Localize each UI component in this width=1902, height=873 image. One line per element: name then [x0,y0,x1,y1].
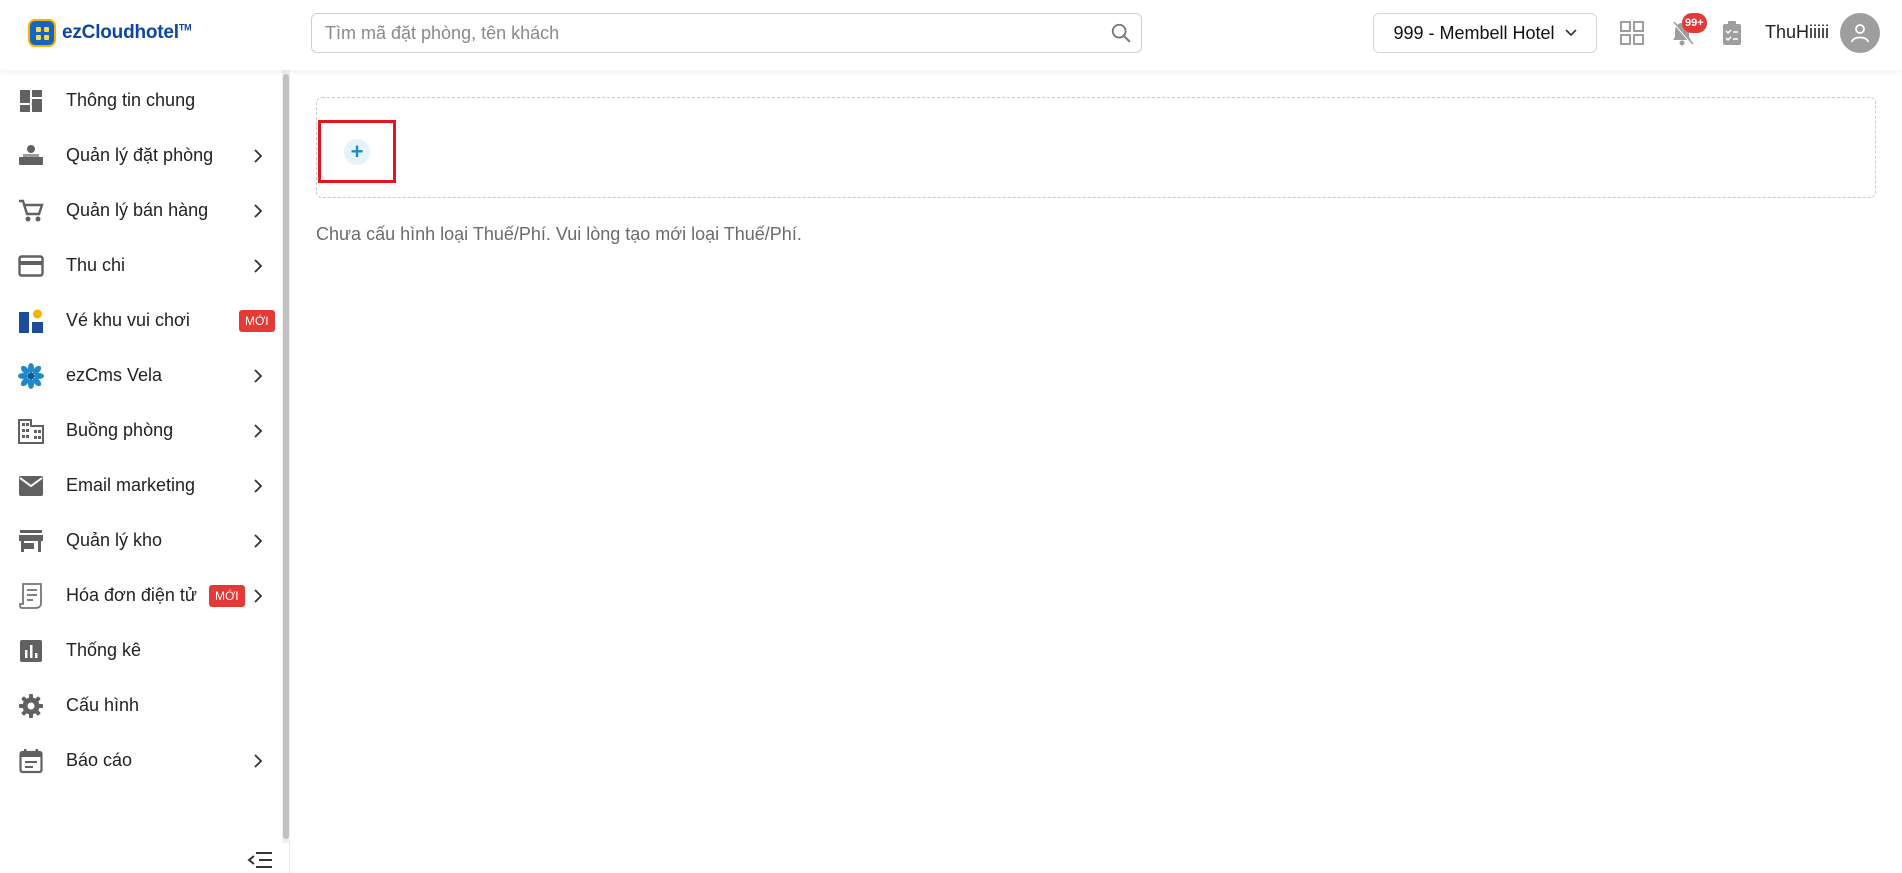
search-icon[interactable] [1101,13,1141,53]
chevron-right-icon [254,588,263,603]
app-logo[interactable]: ezCloudhotelTM [28,19,192,47]
sidebar-item-label: ezCms Vela [66,365,163,385]
gear-icon [18,693,44,719]
sidebar-item-label: Buồng phòng [66,420,174,440]
search-input[interactable] [312,14,1101,52]
sidebar-item-label: Thu chi [66,255,126,275]
search-bar [311,13,1142,53]
sidebar-item-label: Báo cáo [66,750,133,770]
sidebar-item-thong-tin-chung[interactable]: Thông tin chung [0,73,280,128]
sidebar-item-bao-cao[interactable]: Báo cáo [0,733,280,788]
sidebar-item-buong-phong[interactable]: Buồng phòng [0,403,280,458]
sidebar-item-hoa-don-dien-tu[interactable]: Hóa đơn điện tử MỚI [0,568,280,623]
sidebar-item-label: Quản lý kho [66,530,163,550]
sidebar-item-label: Hóa đơn điện tử [66,585,197,605]
sidebar-item-label: Vé khu vui chơi [66,310,190,330]
sidebar-item-cau-hinh[interactable]: Cấu hình [0,678,280,733]
sidebar-item-label: Quản lý đặt phòng [66,145,214,165]
hotel-selector[interactable]: 999 - Membell Hotel [1373,13,1597,53]
cart-icon [18,198,44,224]
user-icon [1851,24,1869,43]
dashboard-icon [18,88,44,114]
avatar[interactable] [1840,13,1880,53]
tax-fee-dropzone [316,97,1876,198]
chevron-right-icon [254,423,263,438]
amusement-icon [18,308,44,334]
chevron-right-icon [254,258,263,273]
sidebar-item-label: Email marketing [66,475,196,495]
store-icon [18,528,44,554]
building-icon [18,418,44,444]
collapse-sidebar-icon[interactable] [247,851,273,869]
chevron-right-icon [254,478,263,493]
sidebar-item-thong-ke[interactable]: Thống kê [0,623,280,678]
hotel-selector-label: 999 - Membell Hotel [1393,22,1555,43]
clipboard-check-icon[interactable] [1717,18,1747,48]
flower-icon [18,362,44,389]
empty-state-message: Chưa cấu hình loại Thuế/Phí. Vui lòng tạ… [316,224,802,244]
reception-icon [18,143,44,169]
chevron-right-icon [254,533,263,548]
chevron-right-icon [254,753,263,768]
add-tax-fee-button[interactable]: + [318,120,396,183]
sidebar-item-label: Quản lý bán hàng [66,200,209,220]
top-header: ezCloudhotelTM 999 - Membell Hotel 99+ T… [0,0,1902,70]
sidebar-item-ve-khu-vui-choi[interactable]: Vé khu vui chơi MỚI [0,293,280,348]
plus-icon: + [344,138,370,165]
new-badge: MỚI [209,584,245,607]
new-badge: MỚI [239,309,275,332]
sidebar-item-email-marketing[interactable]: Email marketing [0,458,280,513]
chevron-down-icon [1564,29,1577,37]
sidebar-item-quan-ly-kho[interactable]: Quản lý kho [0,513,280,568]
sidebar-item-quan-ly-ban-hang[interactable]: Quản lý bán hàng [0,183,280,238]
apps-grid-icon[interactable] [1617,18,1647,48]
sidebar-item-label: Thông tin chung [66,90,196,110]
receipt-icon [18,582,44,609]
bar-chart-icon [18,638,44,664]
chevron-right-icon [254,148,263,163]
chevron-right-icon [254,368,263,383]
sidebar-item-ezcms-vela[interactable]: ezCms Vela [0,348,280,403]
chevron-right-icon [254,203,263,218]
username-label[interactable]: ThuHiiiii [1765,22,1829,43]
sidebar-item-label: Cấu hình [66,695,140,715]
credit-card-icon [18,253,44,279]
calendar-report-icon [18,748,44,774]
logo-mark-icon [28,19,56,47]
notification-badge: 99+ [1682,13,1707,33]
mail-icon [18,473,44,499]
logo-text: ezCloudhotel [62,22,179,43]
sidebar-item-label: Thống kê [66,640,142,660]
sidebar-scrollbar-thumb[interactable] [283,74,289,839]
sidebar-item-thu-chi[interactable]: Thu chi [0,238,280,293]
sidebar-item-quan-ly-dat-phong[interactable]: Quản lý đặt phòng [0,128,280,183]
logo-trademark: TM [178,22,192,33]
